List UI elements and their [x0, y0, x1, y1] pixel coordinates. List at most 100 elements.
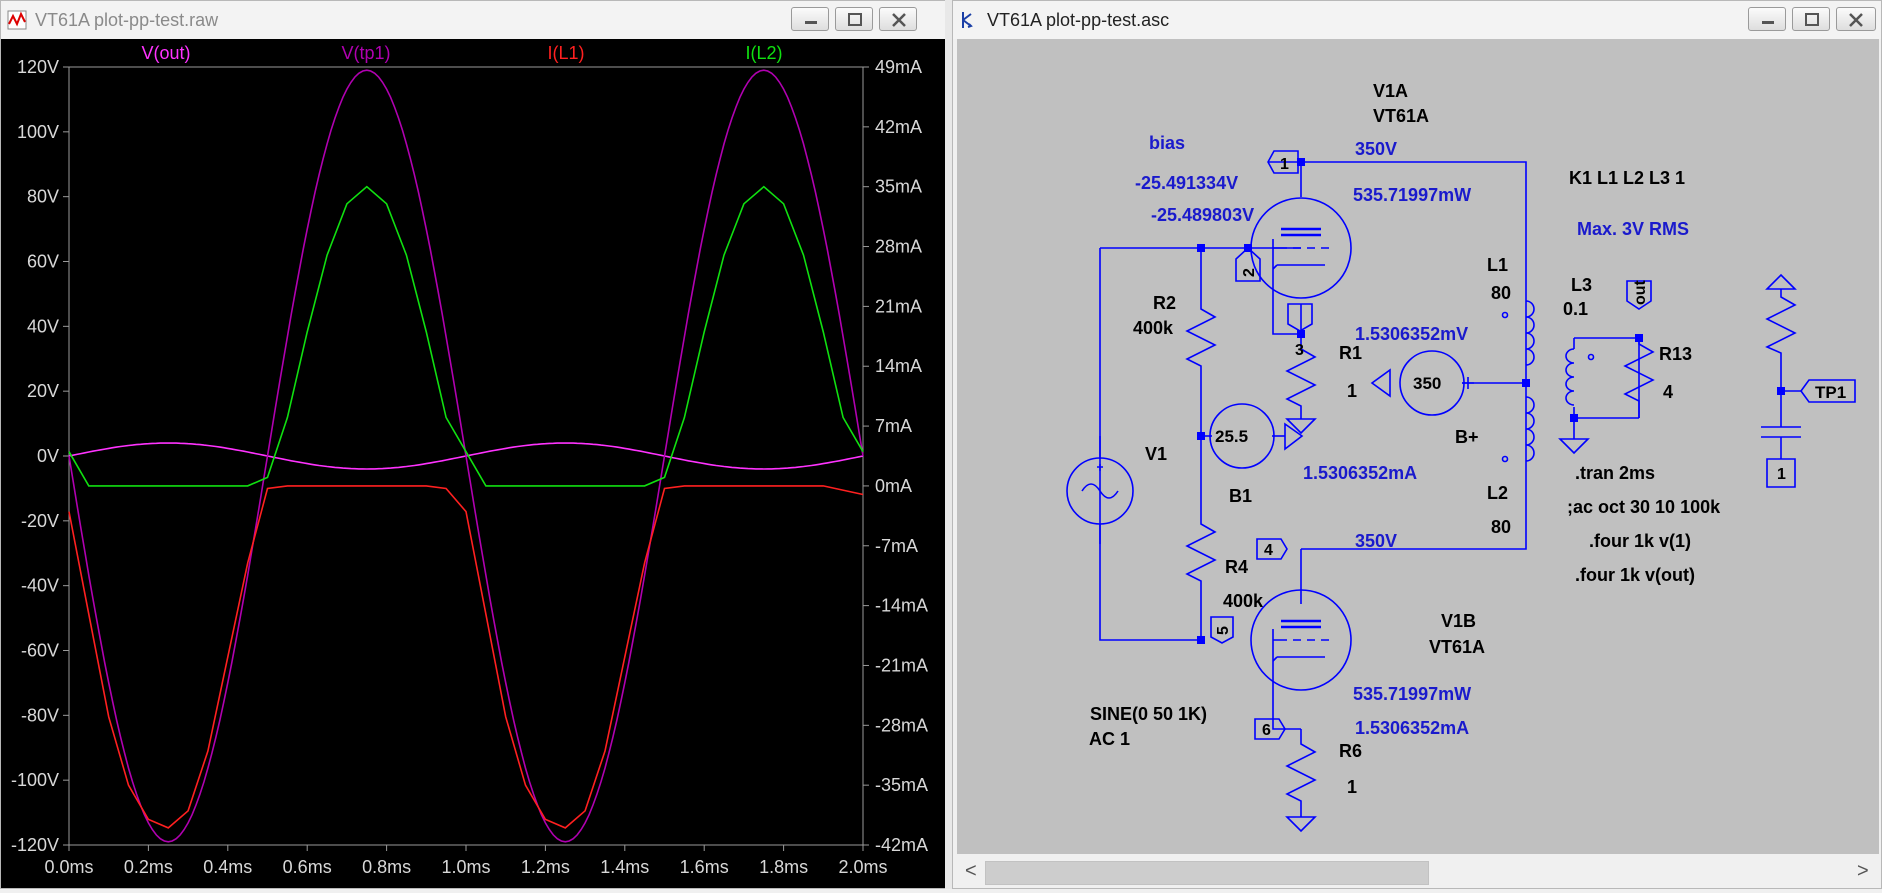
schem-close-button[interactable] [1836, 7, 1876, 31]
y-right-tick-label: -28mA [875, 715, 928, 735]
y-right-tick-label: 28mA [875, 237, 922, 257]
r13-name: R13 [1659, 344, 1692, 364]
y-left-tick-label: -20V [21, 511, 59, 531]
maximize-icon [848, 13, 862, 26]
resistor-r6 [1285, 734, 1317, 809]
net-6: 6 [1262, 722, 1271, 739]
power-bottom: 535.71997mW [1353, 684, 1471, 704]
y-left-tick-label: -100V [11, 770, 59, 790]
y-left-tick-label: 80V [27, 187, 59, 207]
series-line-il1 [68, 485, 864, 829]
maximize-icon [1805, 13, 1819, 26]
y-left-tick-label: -40V [21, 576, 59, 596]
y-left-tick-label: 0V [37, 446, 59, 466]
schem-maximize-button[interactable] [1792, 7, 1830, 31]
r13-value: 4 [1663, 382, 1673, 402]
y-right-tick-label: -14mA [875, 596, 928, 616]
x-tick-label: 1.4ms [600, 857, 649, 877]
y-right-tick-label: 7mA [875, 416, 912, 436]
max-note: Max. 3V RMS [1577, 219, 1689, 239]
net-gnd-1: 1 [1777, 466, 1786, 483]
net-2: 2 [1241, 268, 1258, 277]
y-right-tick-label: 49mA [875, 57, 922, 77]
x-tick-label: 2.0ms [838, 857, 887, 877]
schematic-titlebar[interactable]: VT61A plot-pp-test.asc [953, 1, 1881, 39]
y-left-tick-label: -80V [21, 705, 59, 725]
legend-il2: I(L2) [745, 43, 782, 63]
l1-value: 80 [1491, 283, 1511, 303]
y-right-tick-label: -7mA [875, 536, 918, 556]
ac-spec: AC 1 [1089, 729, 1130, 749]
y-left-tick-label: -120V [11, 835, 59, 855]
tube-v1a-model: VT61A [1373, 106, 1429, 126]
plot-window-title: VT61A plot-pp-test.raw [35, 10, 219, 30]
y-right-tick-label: -42mA [875, 835, 928, 855]
series-line-vtp1 [68, 69, 864, 843]
resistor-tp1 [1765, 289, 1797, 357]
l3-value: 0.1 [1563, 299, 1588, 319]
minimize-icon [805, 21, 817, 24]
plate-voltage-top: 350V [1355, 139, 1397, 159]
tube-v1a-name: V1A [1373, 81, 1408, 101]
schem-minimize-button[interactable] [1748, 7, 1786, 31]
net-out: out [1632, 279, 1649, 305]
four-directive-1: .four 1k v(1) [1589, 531, 1691, 551]
current-bottom: 1.5306352mA [1355, 718, 1469, 738]
minimize-button[interactable] [791, 7, 829, 31]
close-icon [1849, 13, 1863, 27]
y-left-tick-label: 120V [17, 57, 59, 77]
r6-name: R6 [1339, 741, 1362, 761]
scroll-right-icon[interactable]: > [1857, 860, 1869, 883]
plot-pane[interactable]: 0.0ms 0.2ms 0.4ms 0.6ms 0.8ms 1.0ms 1.2ms 1.4ms… [1, 39, 946, 888]
l1-name: L1 [1487, 255, 1508, 275]
resistor-r4 [1185, 514, 1217, 589]
sine-spec: SINE(0 50 1K) [1090, 704, 1207, 724]
net-3: 3 [1295, 342, 1304, 359]
four-directive-2: .four 1k v(out) [1575, 565, 1695, 585]
tube-v1b-name: V1B [1441, 611, 1476, 631]
x-tick-label: 0.0ms [44, 857, 93, 877]
inductors [1501, 300, 1595, 463]
r6-value: 1 [1347, 777, 1357, 797]
r1-name: R1 [1339, 343, 1362, 363]
schematic-drawing[interactable]: V1A VT61A V1B VT61A R2 400k R4 400k R1 1… [957, 39, 1879, 854]
power-top: 535.71997mW [1353, 185, 1471, 205]
plot-titlebar[interactable]: VT61A plot-pp-test.raw [1, 1, 947, 39]
legend-vtp1: V(tp1) [341, 43, 390, 63]
schematic-canvas[interactable]: V1A VT61A V1B VT61A R2 400k R4 400k R1 1… [957, 39, 1879, 854]
scroll-left-icon[interactable]: < [965, 860, 977, 883]
maximize-button[interactable] [835, 7, 873, 31]
net-5: 5 [1215, 626, 1232, 635]
waveform-chart[interactable]: 0.0ms 0.2ms 0.4ms 0.6ms 0.8ms 1.0ms 1.2ms 1.4ms… [1, 39, 946, 888]
waveform-icon [7, 10, 27, 30]
current-mid: 1.5306352mA [1303, 463, 1417, 483]
resistor-r2 [1185, 299, 1217, 374]
minimize-icon [1762, 21, 1774, 24]
r2-name: R2 [1153, 293, 1176, 313]
horizontal-scrollbar[interactable]: < > [957, 856, 1879, 888]
r1-voltage: 1.5306352mV [1355, 324, 1468, 344]
close-button[interactable] [879, 7, 917, 31]
x-tick-label: 0.4ms [203, 857, 252, 877]
bplus-value: 350 [1413, 374, 1441, 393]
y-left-tick-label: -60V [21, 641, 59, 661]
x-tick-label: 0.2ms [124, 857, 173, 877]
scroll-thumb[interactable] [985, 861, 1429, 885]
x-tick-label: 0.6ms [283, 857, 332, 877]
bias-label: bias [1149, 133, 1185, 153]
r4-value: 400k [1223, 591, 1264, 611]
legend-il1: I(L1) [547, 43, 584, 63]
y-right-tick-label: 42mA [875, 117, 922, 137]
v1-name: V1 [1145, 444, 1167, 464]
series-line-il2 [68, 185, 864, 487]
x-tick-label: 0.8ms [362, 857, 411, 877]
schematic-icon [962, 12, 973, 28]
net-1: 1 [1280, 156, 1289, 173]
schematic-window: VT61A plot-pp-test.asc V1A VT61A V1B VT6… [952, 0, 1882, 889]
close-icon [892, 13, 906, 27]
inductor-l3 [1565, 348, 1575, 406]
bias-voltage-1: -25.491334V [1135, 173, 1238, 193]
legend-vout: V(out) [141, 43, 190, 63]
x-tick-label: 1.6ms [680, 857, 729, 877]
tubes [1250, 197, 1352, 691]
